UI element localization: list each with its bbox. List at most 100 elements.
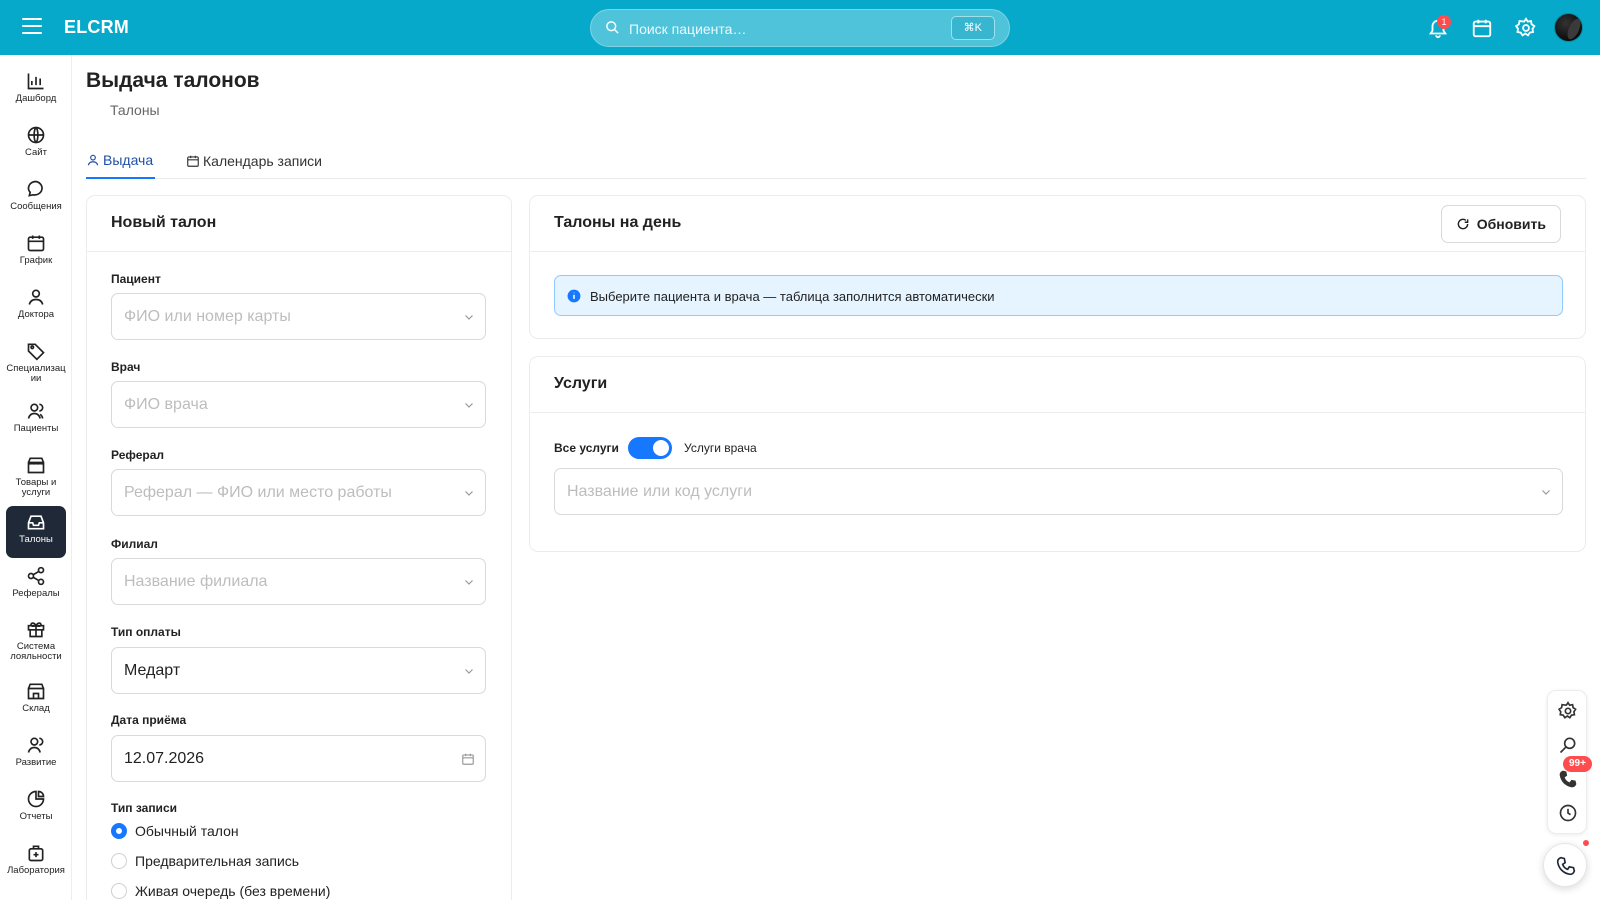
doctor-select[interactable]: ФИО врача <box>111 381 486 428</box>
branch-label: Филиал <box>111 537 158 551</box>
branch-select[interactable]: Название филиала <box>111 558 486 605</box>
chevron-down-icon <box>1542 490 1550 495</box>
calendar-icon <box>187 155 199 167</box>
growth-icon <box>27 737 44 753</box>
doctor-label: Врач <box>111 360 141 374</box>
brand-logo[interactable]: ELCRM <box>64 17 129 38</box>
radio-live-queue[interactable]: Живая очередь (без времени) <box>111 881 330 900</box>
payment-type-label: Тип оплаты <box>111 625 181 639</box>
radio-preliminary[interactable]: Предварительная запись <box>111 851 299 871</box>
tab-calendar[interactable]: Календарь записи <box>186 143 322 179</box>
calendar-icon <box>27 235 45 252</box>
inbox-icon <box>27 515 45 530</box>
history-icon[interactable] <box>1558 803 1578 823</box>
info-icon <box>567 289 581 303</box>
card-header: Услуги <box>530 357 1585 413</box>
radio-regular-ticket[interactable]: Обычный талон <box>111 821 239 841</box>
gift-icon <box>27 622 45 638</box>
sidebar-item-development[interactable]: Развитие <box>6 729 66 781</box>
card-title: Талоны на день <box>554 214 682 231</box>
sidebar-item-loyalty[interactable]: Система лояльности <box>6 613 66 673</box>
tab-bar: Выдача Календарь записи <box>86 143 1586 179</box>
search-input[interactable] <box>629 18 929 40</box>
user-icon <box>28 289 44 305</box>
call-button[interactable] <box>1543 843 1587 887</box>
notification-badge: 1 <box>1437 15 1451 29</box>
doctor-services-label: Услуги врача <box>684 441 757 455</box>
top-bar: ELCRM ⌘K 1 <box>0 0 1600 55</box>
refresh-icon <box>1457 218 1469 230</box>
users-icon <box>27 403 44 419</box>
new-ticket-card: Новый талон Пациент ФИО или номер карты … <box>86 195 512 900</box>
chevron-down-icon <box>465 403 473 408</box>
chevron-down-icon <box>465 491 473 496</box>
sidebar-item-tickets[interactable]: Талоны <box>6 506 66 558</box>
sidebar-item-dashboard[interactable]: Дашборд <box>6 65 66 117</box>
sidebar-item-goods[interactable]: Товары и услуги <box>6 449 66 509</box>
tab-issue[interactable]: Выдача <box>86 143 155 179</box>
pie-chart-icon <box>27 790 45 808</box>
sidebar-item-messages[interactable]: Сообщения <box>6 173 66 225</box>
patient-select[interactable]: ФИО или номер карты <box>111 293 486 340</box>
card-title: Новый талон <box>111 214 217 231</box>
main-content: Выдача талонов Талоны Выдача Календарь з… <box>86 55 1586 900</box>
radio-dot <box>111 823 127 839</box>
sidebar-item-doctors[interactable]: Доктора <box>6 281 66 333</box>
tag-icon <box>27 343 45 361</box>
card-title: Услуги <box>554 375 608 392</box>
calendar-icon[interactable] <box>1471 17 1493 39</box>
sidebar-item-laboratory[interactable]: Лаборатория <box>6 837 66 889</box>
chat-icon <box>27 180 43 197</box>
sidebar-item-patients[interactable]: Пациенты <box>6 395 66 447</box>
zoom-icon[interactable] <box>1558 735 1578 755</box>
calendar-icon <box>462 753 474 765</box>
date-label: Дата приёма <box>111 713 187 727</box>
sidebar-item-schedule[interactable]: График <box>6 227 66 279</box>
sidebar-item-reports[interactable]: Отчеты <box>6 783 66 835</box>
info-alert: Выберите пациента и врача — таблица запо… <box>554 275 1563 316</box>
phone-icon <box>1556 856 1576 876</box>
call-count-badge: 99+ <box>1563 756 1592 772</box>
radio-dot <box>111 853 127 869</box>
gear-icon[interactable] <box>1515 17 1537 39</box>
status-dot <box>1583 840 1589 846</box>
warehouse-icon <box>27 683 45 700</box>
date-picker[interactable]: 12.07.2026 <box>111 735 486 782</box>
globe-icon <box>27 126 45 144</box>
page-title: Выдача талонов <box>86 69 260 92</box>
day-tickets-card: Талоны на день Обновить Выберите пациент… <box>529 195 1586 339</box>
avatar[interactable] <box>1554 13 1583 42</box>
sidebar-item-warehouse[interactable]: Склад <box>6 675 66 727</box>
chevron-down-icon <box>465 315 473 320</box>
gear-icon[interactable] <box>1558 701 1578 721</box>
service-select[interactable]: Название или код услуги <box>554 468 1563 515</box>
share-icon <box>27 566 45 586</box>
phone-icon[interactable] <box>1558 769 1578 789</box>
card-header: Талоны на день Обновить <box>530 196 1585 252</box>
shop-icon <box>27 457 45 474</box>
referral-label: Реферал <box>111 448 165 462</box>
menu-icon[interactable] <box>22 18 42 36</box>
services-toggle[interactable] <box>628 437 672 459</box>
sidebar: Дашборд Сайт Сообщения График Доктора Сп… <box>0 55 72 900</box>
referral-select[interactable]: Реферал — ФИО или место работы <box>111 469 486 516</box>
user-icon <box>87 154 99 166</box>
patient-label: Пациент <box>111 272 161 286</box>
chevron-down-icon <box>465 669 473 674</box>
shortcut-hint: ⌘K <box>950 16 995 40</box>
services-card: Услуги Все услуги Услуги врача Название … <box>529 356 1586 552</box>
sidebar-item-referrals[interactable]: Рефералы <box>6 560 66 612</box>
lab-icon <box>28 845 44 862</box>
search-bar[interactable]: ⌘K <box>590 9 1010 47</box>
payment-type-select[interactable]: Медарт <box>111 647 486 694</box>
sidebar-item-site[interactable]: Сайт <box>6 119 66 171</box>
chart-icon <box>27 73 44 90</box>
card-header: Новый талон <box>87 196 511 252</box>
search-icon <box>606 21 619 34</box>
radio-dot <box>111 883 127 899</box>
sidebar-item-specializations[interactable]: Специализации <box>6 335 66 393</box>
refresh-button[interactable]: Обновить <box>1440 205 1561 243</box>
breadcrumb[interactable]: Талоны <box>110 102 160 118</box>
record-type-label: Тип записи <box>111 801 177 815</box>
all-services-label: Все услуги <box>554 441 619 455</box>
